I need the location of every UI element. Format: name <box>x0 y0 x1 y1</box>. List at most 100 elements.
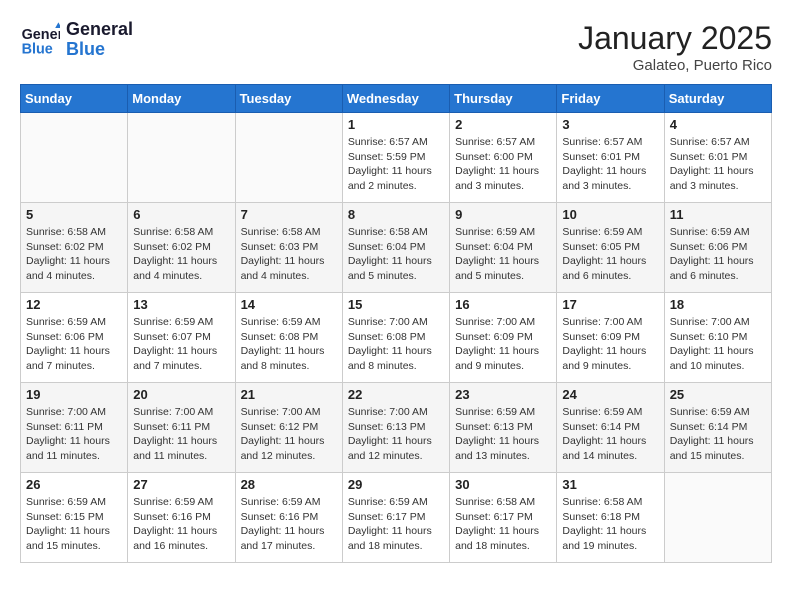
day-info: Sunrise: 6:59 AMSunset: 6:04 PMDaylight:… <box>455 225 551 284</box>
day-info: Sunrise: 6:57 AMSunset: 6:00 PMDaylight:… <box>455 135 551 194</box>
day-info: Sunrise: 6:59 AMSunset: 6:14 PMDaylight:… <box>670 405 766 464</box>
day-number: 31 <box>562 477 658 492</box>
calendar-cell: 30 Sunrise: 6:58 AMSunset: 6:17 PMDayligh… <box>450 473 557 563</box>
header-day-friday: Friday <box>557 85 664 113</box>
calendar-cell: 5Sunrise: 6:58 AMSunset: 6:02 PMDaylight… <box>21 203 128 293</box>
day-number: 25 <box>670 387 766 402</box>
calendar-cell: 9 Sunrise: 6:59 AMSunset: 6:04 PMDaylight… <box>450 203 557 293</box>
day-number: 11 <box>670 207 766 222</box>
calendar-cell: 27 Sunrise: 6:59 AMSunset: 6:16 PMDayligh… <box>128 473 235 563</box>
calendar-cell: 17 Sunrise: 7:00 AMSunset: 6:09 PMDayligh… <box>557 293 664 383</box>
day-info: Sunrise: 6:59 AMSunset: 6:16 PMDaylight:… <box>133 495 229 554</box>
day-number: 30 <box>455 477 551 492</box>
day-info: Sunrise: 6:58 AMSunset: 6:18 PMDaylight:… <box>562 495 658 554</box>
header-row: SundayMondayTuesdayWednesdayThursdayFrid… <box>21 85 772 113</box>
svg-text:General: General <box>22 27 60 43</box>
day-number: 1 <box>348 117 444 132</box>
day-number: 17 <box>562 297 658 312</box>
day-number: 2 <box>455 117 551 132</box>
day-number: 9 <box>455 207 551 222</box>
day-number: 26 <box>26 477 122 492</box>
calendar-cell: 11 Sunrise: 6:59 AMSunset: 6:06 PMDayligh… <box>664 203 771 293</box>
calendar-cell: 26 Sunrise: 6:59 AMSunset: 6:15 PMDayligh… <box>21 473 128 563</box>
day-info: Sunrise: 6:59 AMSunset: 6:08 PMDaylight:… <box>241 315 337 374</box>
title-block: January 2025 Galateo, Puerto Rico <box>578 20 772 74</box>
calendar-cell: 14Sunrise: 6:59 AMSunset: 6:08 PMDayligh… <box>235 293 342 383</box>
calendar-cell: 18Sunrise: 7:00 AMSunset: 6:10 PMDayligh… <box>664 293 771 383</box>
calendar-cell: 22 Sunrise: 7:00 AMSunset: 6:13 PMDayligh… <box>342 383 449 473</box>
day-info: Sunrise: 6:59 AMSunset: 6:05 PMDaylight:… <box>562 225 658 284</box>
day-info: Sunrise: 6:58 AMSunset: 6:03 PMDaylight:… <box>241 225 337 284</box>
calendar-cell: 19Sunrise: 7:00 AMSunset: 6:11 PMDayligh… <box>21 383 128 473</box>
calendar-body: 1Sunrise: 6:57 AMSunset: 5:59 PMDaylight… <box>21 113 772 563</box>
calendar-table: SundayMondayTuesdayWednesdayThursdayFrid… <box>20 84 772 563</box>
day-number: 15 <box>348 297 444 312</box>
day-number: 19 <box>26 387 122 402</box>
day-number: 13 <box>133 297 229 312</box>
calendar-cell: 3Sunrise: 6:57 AMSunset: 6:01 PMDaylight… <box>557 113 664 203</box>
calendar-cell: 31 Sunrise: 6:58 AMSunset: 6:18 PMDayligh… <box>557 473 664 563</box>
week-row-3: 19 Sunrise: 7:00 AMSunset: 6:11 PMDayligh… <box>21 383 772 473</box>
calendar-cell: 20 Sunrise: 7:00 AMSunset: 6:11 PMDayligh… <box>128 383 235 473</box>
page-header: General Blue General Blue January 2025 G… <box>20 20 772 74</box>
day-info: Sunrise: 7:00 AMSunset: 6:12 PMDaylight:… <box>241 405 337 464</box>
calendar-cell: 23 Sunrise: 6:59 AMSunset: 6:13 PMDayligh… <box>450 383 557 473</box>
week-row-1: 5 Sunrise: 6:58 AMSunset: 6:02 PMDaylight… <box>21 203 772 293</box>
day-number: 23 <box>455 387 551 402</box>
header-day-monday: Monday <box>128 85 235 113</box>
day-info: Sunrise: 7:00 AMSunset: 6:13 PMDaylight:… <box>348 405 444 464</box>
calendar-cell: 8Sunrise: 6:58 AMSunset: 6:04 PMDaylight… <box>342 203 449 293</box>
calendar-cell: 6 Sunrise: 6:58 AMSunset: 6:02 PMDaylight… <box>128 203 235 293</box>
day-number: 24 <box>562 387 658 402</box>
day-number: 4 <box>670 117 766 132</box>
calendar-cell <box>21 113 128 203</box>
header-day-saturday: Saturday <box>664 85 771 113</box>
week-row-0: 1Sunrise: 6:57 AMSunset: 5:59 PMDaylight… <box>21 113 772 203</box>
day-number: 7 <box>241 207 337 222</box>
day-info: Sunrise: 7:00 AMSunset: 6:11 PMDaylight:… <box>133 405 229 464</box>
day-info: Sunrise: 6:59 AMSunset: 6:06 PMDaylight:… <box>670 225 766 284</box>
day-info: Sunrise: 6:59 AMSunset: 6:17 PMDaylight:… <box>348 495 444 554</box>
calendar-cell: 21 Sunrise: 7:00 AMSunset: 6:12 PMDayligh… <box>235 383 342 473</box>
calendar-cell: 1Sunrise: 6:57 AMSunset: 5:59 PMDaylight… <box>342 113 449 203</box>
day-number: 20 <box>133 387 229 402</box>
day-info: Sunrise: 6:57 AMSunset: 6:01 PMDaylight:… <box>670 135 766 194</box>
calendar-cell: 24 Sunrise: 6:59 AMSunset: 6:14 PMDayligh… <box>557 383 664 473</box>
day-number: 21 <box>241 387 337 402</box>
day-info: Sunrise: 6:59 AMSunset: 6:13 PMDaylight:… <box>455 405 551 464</box>
logo-icon: General Blue <box>20 20 60 60</box>
calendar-cell: 13 Sunrise: 6:59 AMSunset: 6:07 PMDayligh… <box>128 293 235 383</box>
logo: General Blue General Blue <box>20 20 133 60</box>
location-subtitle: Galateo, Puerto Rico <box>578 57 772 74</box>
day-number: 6 <box>133 207 229 222</box>
day-info: Sunrise: 7:00 AMSunset: 6:09 PMDaylight:… <box>455 315 551 374</box>
calendar-cell: 15Sunrise: 7:00 AMSunset: 6:08 PMDayligh… <box>342 293 449 383</box>
day-number: 27 <box>133 477 229 492</box>
day-number: 28 <box>241 477 337 492</box>
day-info: Sunrise: 7:00 AMSunset: 6:09 PMDaylight:… <box>562 315 658 374</box>
calendar-cell: 28Sunrise: 6:59 AMSunset: 6:16 PMDayligh… <box>235 473 342 563</box>
calendar-cell <box>664 473 771 563</box>
calendar-cell <box>235 113 342 203</box>
day-info: Sunrise: 6:59 AMSunset: 6:07 PMDaylight:… <box>133 315 229 374</box>
header-day-thursday: Thursday <box>450 85 557 113</box>
calendar-header: SundayMondayTuesdayWednesdayThursdayFrid… <box>21 85 772 113</box>
week-row-2: 12Sunrise: 6:59 AMSunset: 6:06 PMDayligh… <box>21 293 772 383</box>
day-number: 5 <box>26 207 122 222</box>
calendar-cell: 7 Sunrise: 6:58 AMSunset: 6:03 PMDaylight… <box>235 203 342 293</box>
day-number: 12 <box>26 297 122 312</box>
day-info: Sunrise: 6:57 AMSunset: 6:01 PMDaylight:… <box>562 135 658 194</box>
svg-text:Blue: Blue <box>22 42 53 58</box>
day-number: 16 <box>455 297 551 312</box>
day-info: Sunrise: 6:58 AMSunset: 6:04 PMDaylight:… <box>348 225 444 284</box>
day-info: Sunrise: 6:58 AMSunset: 6:02 PMDaylight:… <box>133 225 229 284</box>
calendar-cell: 2 Sunrise: 6:57 AMSunset: 6:00 PMDaylight… <box>450 113 557 203</box>
calendar-cell: 25 Sunrise: 6:59 AMSunset: 6:14 PMDayligh… <box>664 383 771 473</box>
day-info: Sunrise: 6:59 AMSunset: 6:15 PMDaylight:… <box>26 495 122 554</box>
calendar-cell: 29Sunrise: 6:59 AMSunset: 6:17 PMDayligh… <box>342 473 449 563</box>
day-info: Sunrise: 6:58 AMSunset: 6:17 PMDaylight:… <box>455 495 551 554</box>
header-day-sunday: Sunday <box>21 85 128 113</box>
day-number: 22 <box>348 387 444 402</box>
header-day-tuesday: Tuesday <box>235 85 342 113</box>
day-info: Sunrise: 6:59 AMSunset: 6:14 PMDaylight:… <box>562 405 658 464</box>
